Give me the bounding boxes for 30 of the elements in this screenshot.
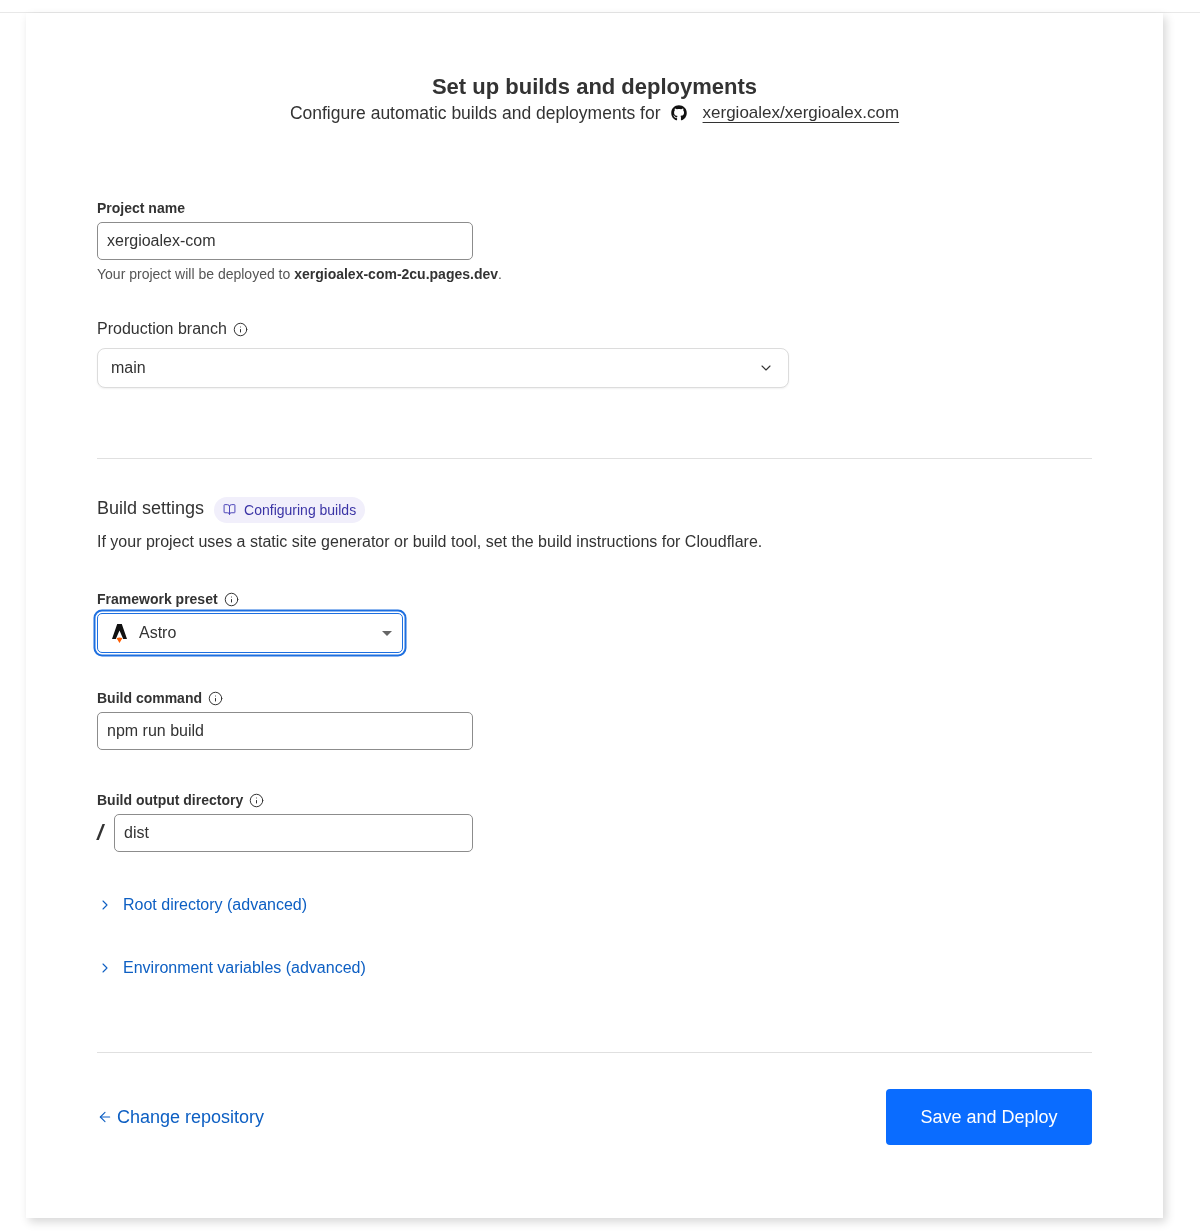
- field-label: Project name: [97, 199, 185, 217]
- framework-logo-icon: [112, 623, 127, 643]
- docs-link[interactable]: Configuring builds: [214, 496, 366, 523]
- info-icon[interactable]: [208, 690, 223, 706]
- repository-link[interactable]: xergioalex/xergioalex.com: [702, 101, 900, 125]
- deploy-url-hint: Your project will be deployed to xergioalex-com-2cu.pages.dev.: [97, 265, 502, 283]
- branch-select[interactable]: main: [97, 348, 789, 388]
- save-and-deploy-button[interactable]: Save and Deploy: [886, 1089, 1092, 1145]
- path-prefix: /: [97, 820, 105, 846]
- caret-down-icon: [382, 630, 392, 636]
- info-icon[interactable]: [249, 792, 265, 808]
- text-input[interactable]: npm run build: [97, 712, 473, 750]
- text-input[interactable]: xergioalex-com: [97, 222, 473, 260]
- field-label: Production branch: [97, 319, 227, 339]
- field-label: Build command: [97, 689, 202, 707]
- accordion-toggle[interactable]: Environment variables (advanced): [97, 957, 366, 979]
- github-icon: [670, 105, 687, 121]
- info-icon[interactable]: [223, 591, 239, 607]
- book-icon: [223, 503, 237, 516]
- text-input[interactable]: dist: [114, 814, 473, 852]
- accordion-toggle[interactable]: Root directory (advanced): [97, 894, 308, 916]
- page-subtitle: Configure automatic builds and deployments for: [289, 102, 661, 125]
- section-description: If your project uses a static site generator or build tool, set the build instructions for Cloudflare.: [97, 532, 763, 552]
- info-icon[interactable]: [232, 321, 248, 337]
- back-link[interactable]: Change repository: [97, 1106, 265, 1128]
- field-label: Build output directory: [97, 791, 244, 809]
- page-title: Set up builds and deployments: [431, 73, 758, 101]
- framework-select[interactable]: Astro: [97, 613, 403, 653]
- section-title: Build settings: [97, 497, 205, 519]
- field-label: Framework preset: [97, 590, 218, 608]
